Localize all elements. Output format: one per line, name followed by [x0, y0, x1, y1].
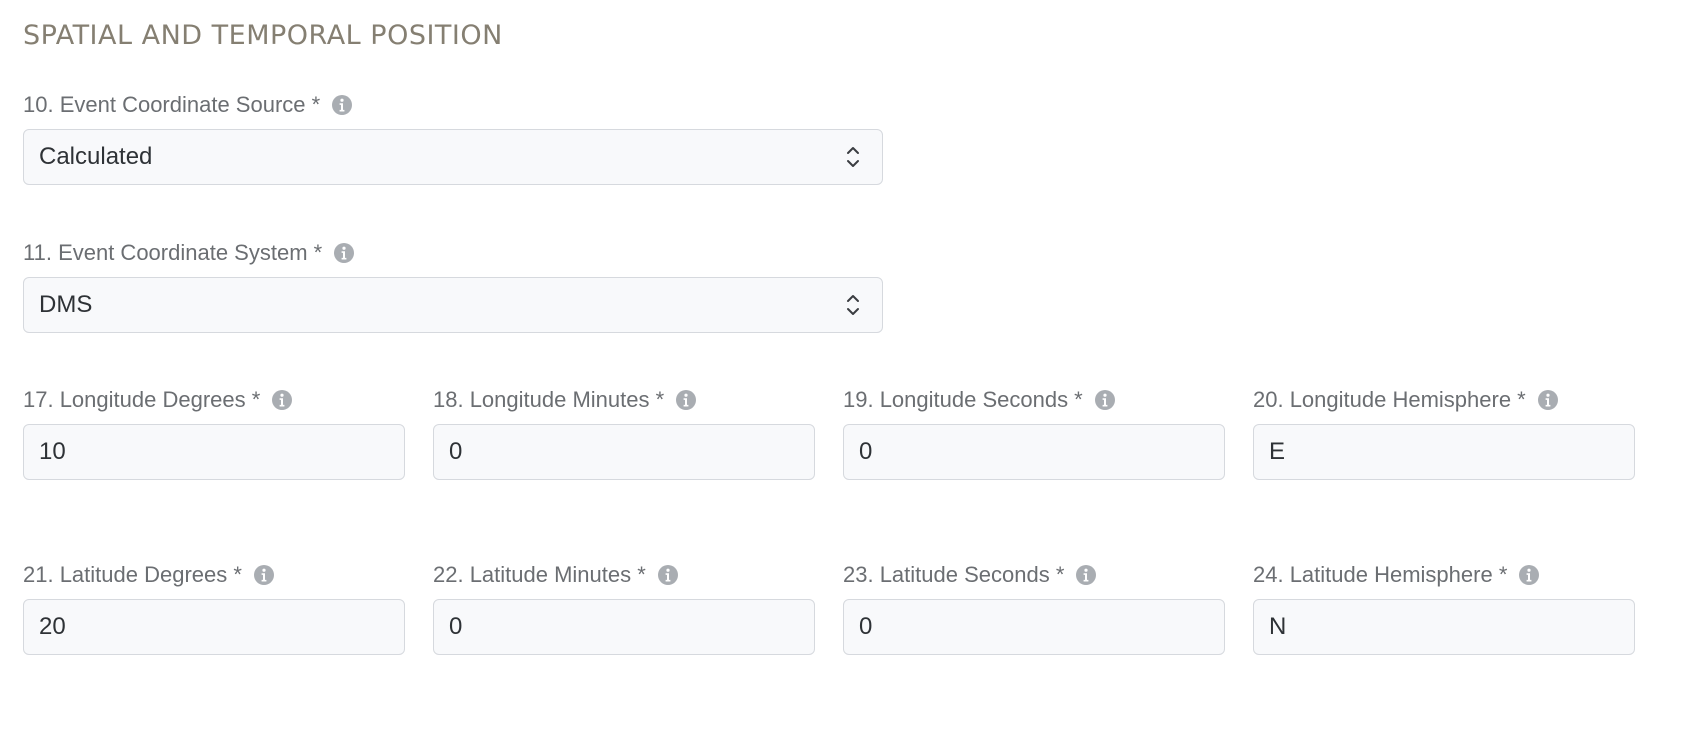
latitude-hemisphere-field: 24. Latitude Hemisphere * [1253, 560, 1635, 656]
chevron-up-down-icon [843, 290, 863, 320]
latitude-degrees-input[interactable] [39, 613, 389, 641]
latitude-seconds-input[interactable] [859, 613, 1209, 641]
info-icon[interactable] [253, 565, 274, 585]
latitude-seconds-label-row: 23. Latitude Seconds * [843, 560, 1225, 590]
coordinate-system-value: DMS [39, 291, 93, 318]
longitude-degrees-field: 17. Longitude Degrees * [23, 385, 405, 481]
longitude-hemisphere-input[interactable] [1269, 438, 1619, 466]
latitude-degrees-label-row: 21. Latitude Degrees * [23, 560, 405, 590]
latitude-seconds-label: 23. Latitude Seconds * [843, 562, 1065, 587]
coordinate-source-select[interactable]: Calculated [23, 129, 883, 185]
info-icon[interactable] [657, 565, 678, 585]
longitude-minutes-label-row: 18. Longitude Minutes * [433, 385, 815, 415]
info-icon[interactable] [334, 243, 355, 263]
chevron-up-down-icon [843, 142, 863, 172]
latitude-hemisphere-input-box[interactable] [1253, 599, 1635, 655]
longitude-degrees-label-row: 17. Longitude Degrees * [23, 385, 405, 415]
latitude-seconds-input-box[interactable] [843, 599, 1225, 655]
longitude-hemisphere-input-box[interactable] [1253, 424, 1635, 480]
coordinate-system-label-row: 11. Event Coordinate System * [23, 238, 883, 268]
latitude-minutes-input[interactable] [449, 613, 799, 641]
latitude-degrees-input-box[interactable] [23, 599, 405, 655]
latitude-minutes-label-row: 22. Latitude Minutes * [433, 560, 815, 590]
section-title: SPATIAL AND TEMPORAL POSITION [23, 20, 503, 51]
longitude-degrees-input-box[interactable] [23, 424, 405, 480]
longitude-seconds-input[interactable] [859, 438, 1209, 466]
info-icon[interactable] [1537, 390, 1558, 410]
latitude-minutes-field: 22. Latitude Minutes * [433, 560, 815, 656]
coordinate-source-label-row: 10. Event Coordinate Source * [23, 90, 883, 120]
latitude-hemisphere-label: 24. Latitude Hemisphere * [1253, 562, 1508, 587]
coordinate-system-field: 11. Event Coordinate System * DMS [23, 238, 883, 334]
longitude-hemisphere-label: 20. Longitude Hemisphere * [1253, 387, 1526, 412]
longitude-minutes-input-box[interactable] [433, 424, 815, 480]
latitude-minutes-label: 22. Latitude Minutes * [433, 562, 646, 587]
longitude-seconds-field: 19. Longitude Seconds * [843, 385, 1225, 481]
coordinate-source-value: Calculated [39, 143, 153, 170]
longitude-degrees-input[interactable] [39, 438, 389, 466]
latitude-degrees-label: 21. Latitude Degrees * [23, 562, 242, 587]
coordinate-source-label: 10. Event Coordinate Source * [23, 92, 321, 117]
info-icon[interactable] [676, 390, 697, 410]
longitude-minutes-label: 18. Longitude Minutes * [433, 387, 665, 412]
latitude-minutes-input-box[interactable] [433, 599, 815, 655]
longitude-hemisphere-field: 20. Longitude Hemisphere * [1253, 385, 1635, 481]
longitude-degrees-label: 17. Longitude Degrees * [23, 387, 261, 412]
longitude-hemisphere-label-row: 20. Longitude Hemisphere * [1253, 385, 1635, 415]
info-icon[interactable] [332, 95, 353, 115]
longitude-minutes-field: 18. Longitude Minutes * [433, 385, 815, 481]
info-icon[interactable] [1519, 565, 1540, 585]
coordinate-source-field: 10. Event Coordinate Source * Calculated [23, 90, 883, 186]
longitude-seconds-input-box[interactable] [843, 424, 1225, 480]
latitude-seconds-field: 23. Latitude Seconds * [843, 560, 1225, 656]
info-icon[interactable] [1094, 390, 1115, 410]
longitude-minutes-input[interactable] [449, 438, 799, 466]
coordinate-system-label: 11. Event Coordinate System * [23, 240, 323, 265]
latitude-hemisphere-input[interactable] [1269, 613, 1619, 641]
info-icon[interactable] [1076, 565, 1097, 585]
longitude-seconds-label-row: 19. Longitude Seconds * [843, 385, 1225, 415]
coordinate-system-select[interactable]: DMS [23, 277, 883, 333]
latitude-degrees-field: 21. Latitude Degrees * [23, 560, 405, 656]
info-icon[interactable] [272, 390, 293, 410]
longitude-seconds-label: 19. Longitude Seconds * [843, 387, 1083, 412]
latitude-hemisphere-label-row: 24. Latitude Hemisphere * [1253, 560, 1635, 590]
